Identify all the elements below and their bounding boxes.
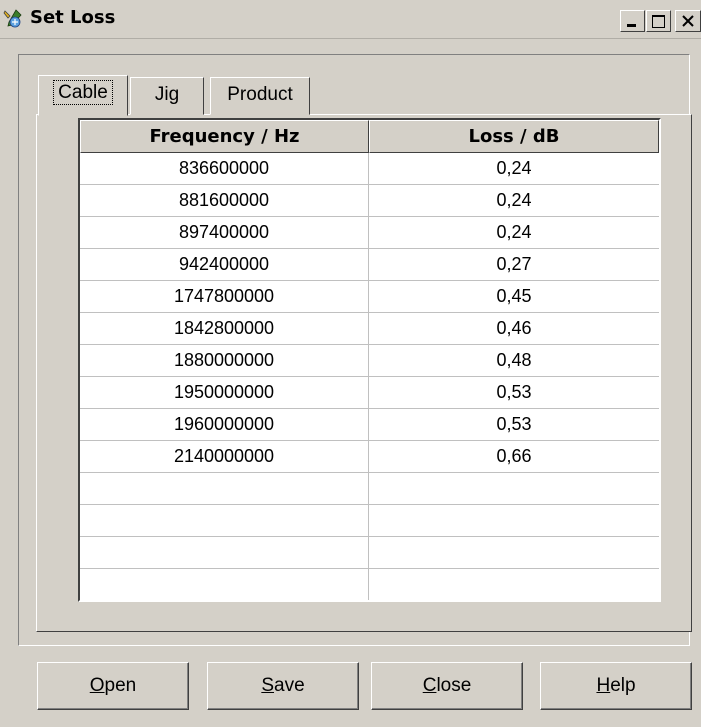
table-row[interactable]: 1747800000 0,45 bbox=[80, 281, 659, 313]
column-header-frequency[interactable]: Frequency / Hz bbox=[80, 120, 369, 153]
frequency-cell[interactable]: 942400000 bbox=[80, 249, 369, 280]
set-loss-window: Set Loss Cable Jig Product Frequency / H… bbox=[0, 0, 701, 727]
frequency-cell[interactable]: 2140000000 bbox=[80, 441, 369, 472]
table-row[interactable]: 1950000000 0,53 bbox=[80, 377, 659, 409]
frequency-cell[interactable]: 1880000000 bbox=[80, 345, 369, 376]
loss-cell[interactable]: 0,66 bbox=[369, 441, 659, 472]
table-row[interactable] bbox=[80, 473, 659, 505]
table-row[interactable]: 836600000 0,24 bbox=[80, 153, 659, 185]
minimize-button[interactable] bbox=[620, 10, 645, 32]
title-bar[interactable]: Set Loss bbox=[0, 0, 701, 39]
help-accel: H bbox=[596, 675, 611, 696]
loss-cell[interactable]: 0,24 bbox=[369, 217, 659, 248]
loss-cell[interactable]: 0,24 bbox=[369, 153, 659, 184]
table-header: Frequency / Hz Loss / dB bbox=[80, 120, 659, 153]
frequency-cell[interactable] bbox=[80, 569, 369, 600]
maximize-icon bbox=[652, 15, 665, 28]
save-label: ave bbox=[274, 675, 305, 696]
close-button[interactable] bbox=[675, 10, 701, 32]
frequency-cell[interactable]: 836600000 bbox=[80, 153, 369, 184]
save-accel: S bbox=[261, 675, 275, 696]
loss-cell[interactable]: 0,45 bbox=[369, 281, 659, 312]
open-label: pen bbox=[104, 675, 137, 696]
table-row[interactable]: 2140000000 0,66 bbox=[80, 441, 659, 473]
table-row[interactable] bbox=[80, 537, 659, 569]
frequency-cell[interactable] bbox=[80, 537, 369, 568]
table-row[interactable]: 942400000 0,27 bbox=[80, 249, 659, 281]
frequency-cell[interactable]: 1960000000 bbox=[80, 409, 369, 440]
loss-table[interactable]: Frequency / Hz Loss / dB 836600000 0,24 8… bbox=[78, 118, 661, 602]
table-row[interactable]: 1880000000 0,48 bbox=[80, 345, 659, 377]
table-row[interactable]: 881600000 0,24 bbox=[80, 185, 659, 217]
app-tools-icon bbox=[2, 8, 24, 30]
frequency-cell[interactable]: 1842800000 bbox=[80, 313, 369, 344]
frequency-cell[interactable] bbox=[80, 505, 369, 536]
close-label: lose bbox=[436, 675, 472, 696]
loss-cell[interactable]: 0,27 bbox=[369, 249, 659, 280]
tab-product-label: Product bbox=[227, 84, 293, 105]
loss-cell[interactable] bbox=[369, 537, 659, 568]
table-row[interactable]: 897400000 0,24 bbox=[80, 217, 659, 249]
close-dialog-button[interactable]: Close bbox=[371, 662, 523, 710]
tab-cable-label: Cable bbox=[53, 80, 113, 105]
tab-cable[interactable]: Cable bbox=[38, 75, 128, 116]
table-row[interactable] bbox=[80, 569, 659, 600]
save-button[interactable]: Save bbox=[207, 662, 359, 710]
table-row[interactable]: 1960000000 0,53 bbox=[80, 409, 659, 441]
help-button[interactable]: Help bbox=[540, 662, 692, 710]
frequency-cell[interactable] bbox=[80, 473, 369, 504]
window-title: Set Loss bbox=[30, 7, 116, 28]
open-accel: O bbox=[89, 675, 105, 696]
close-accel: C bbox=[422, 675, 437, 696]
loss-cell[interactable]: 0,53 bbox=[369, 377, 659, 408]
column-header-loss[interactable]: Loss / dB bbox=[369, 120, 659, 153]
loss-cell[interactable] bbox=[369, 505, 659, 536]
table-row[interactable]: 1842800000 0,46 bbox=[80, 313, 659, 345]
close-icon bbox=[682, 15, 694, 27]
loss-cell[interactable]: 0,53 bbox=[369, 409, 659, 440]
minimize-icon bbox=[627, 24, 636, 27]
tab-product[interactable]: Product bbox=[210, 77, 310, 115]
table-row[interactable] bbox=[80, 505, 659, 537]
loss-cell[interactable]: 0,48 bbox=[369, 345, 659, 376]
loss-cell[interactable]: 0,24 bbox=[369, 185, 659, 216]
frequency-cell[interactable]: 897400000 bbox=[80, 217, 369, 248]
frequency-cell[interactable]: 881600000 bbox=[80, 185, 369, 216]
loss-cell[interactable] bbox=[369, 473, 659, 504]
frequency-cell[interactable]: 1747800000 bbox=[80, 281, 369, 312]
loss-cell[interactable] bbox=[369, 569, 659, 600]
tab-jig[interactable]: Jig bbox=[130, 77, 204, 115]
tab-jig-label: Jig bbox=[154, 84, 180, 105]
help-label: elp bbox=[610, 675, 636, 696]
open-button[interactable]: Open bbox=[37, 662, 189, 710]
maximize-button[interactable] bbox=[646, 10, 671, 32]
frequency-cell[interactable]: 1950000000 bbox=[80, 377, 369, 408]
loss-cell[interactable]: 0,46 bbox=[369, 313, 659, 344]
